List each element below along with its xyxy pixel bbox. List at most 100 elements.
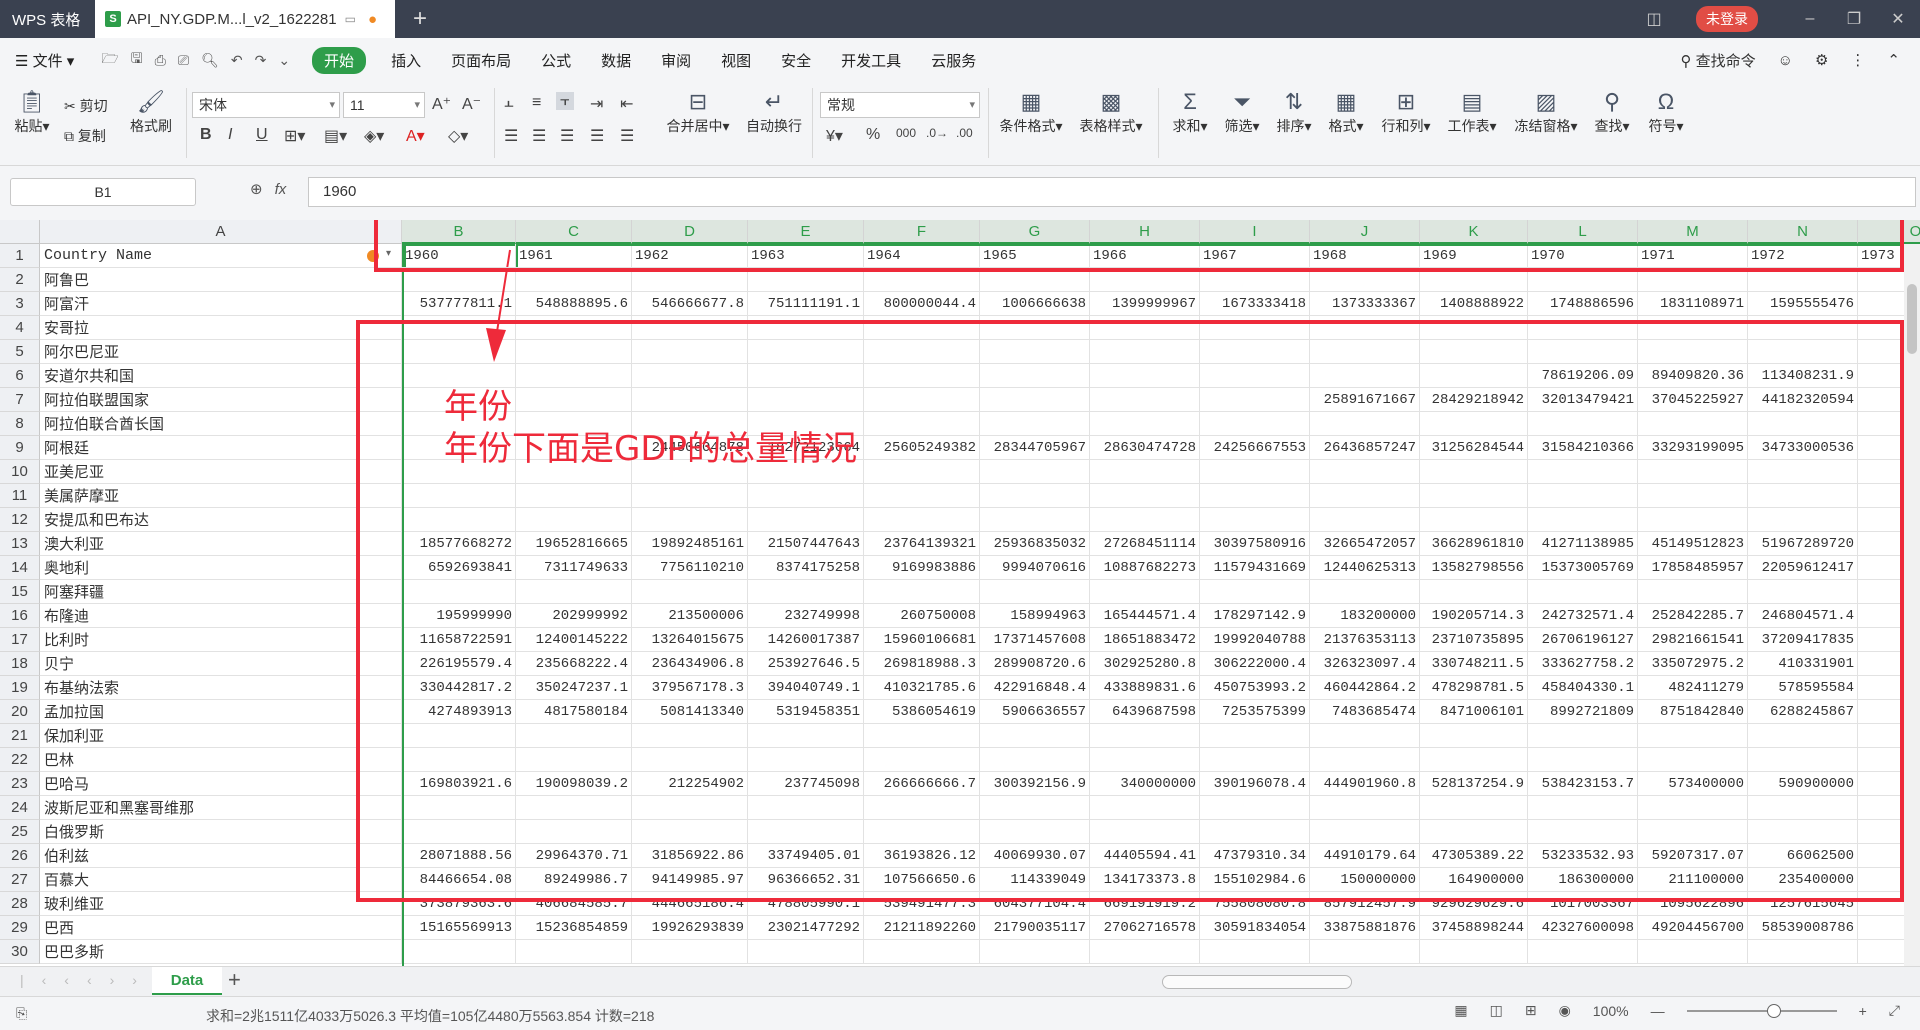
cell-K12[interactable] <box>1420 508 1528 532</box>
row-header-4[interactable]: 4 <box>0 316 40 340</box>
fullscreen-icon[interactable]: ⤢ <box>1889 1002 1900 1019</box>
cell-B23[interactable]: 169803921.6 <box>402 772 516 796</box>
cell-M7[interactable]: 37045225927 <box>1638 388 1748 412</box>
cell-D3[interactable]: 546666677.8 <box>632 292 748 316</box>
tab-insert[interactable]: 插入 <box>376 50 436 71</box>
cell-K18[interactable]: 330748211.5 <box>1420 652 1528 676</box>
cell-A24[interactable]: 波斯尼亚和黑塞哥维那 <box>40 796 402 820</box>
cell-K21[interactable] <box>1420 724 1528 748</box>
outdent-icon[interactable]: ⇤ <box>620 94 633 114</box>
cell-K2[interactable] <box>1420 268 1528 292</box>
cell-A27[interactable]: 百慕大 <box>40 868 402 892</box>
align-middle-icon[interactable]: ≡ <box>532 94 541 112</box>
cell-L13[interactable]: 41271138985 <box>1528 532 1638 556</box>
cell-A6[interactable]: 安道尔共和国 <box>40 364 402 388</box>
cell-C21[interactable] <box>516 724 632 748</box>
cell-E28[interactable]: 478805990.1 <box>748 892 864 916</box>
cell-D16[interactable]: 213500006 <box>632 604 748 628</box>
cell-G1[interactable]: 1965 <box>980 244 1090 268</box>
cell-D5[interactable] <box>632 340 748 364</box>
cell-E13[interactable]: 21507447643 <box>748 532 864 556</box>
cell-A25[interactable]: 白俄罗斯 <box>40 820 402 844</box>
cell-C17[interactable]: 12400145222 <box>516 628 632 652</box>
row-header-17[interactable]: 17 <box>0 628 40 652</box>
cell-B19[interactable]: 330442817.2 <box>402 676 516 700</box>
normal-view-icon[interactable]: ▦ <box>1454 1002 1467 1019</box>
cell-D14[interactable]: 7756110210 <box>632 556 748 580</box>
customize-icon[interactable]: ⌄ <box>278 52 290 69</box>
cell-D27[interactable]: 94149985.97 <box>632 868 748 892</box>
currency-icon[interactable]: ¥▾ <box>826 126 843 146</box>
app-name[interactable]: WPS 表格 <box>0 9 95 30</box>
cell-N11[interactable] <box>1748 484 1858 508</box>
cell-D26[interactable]: 31856922.86 <box>632 844 748 868</box>
cell-B28[interactable]: 373879363.6 <box>402 892 516 916</box>
indent-icon[interactable]: ⇥ <box>590 94 603 114</box>
macro-icon[interactable]: ⎘ <box>16 1005 27 1022</box>
cell-G10[interactable] <box>980 460 1090 484</box>
align-center-icon[interactable]: ☰ <box>532 126 546 146</box>
cell-K23[interactable]: 528137254.9 <box>1420 772 1528 796</box>
cell-G17[interactable]: 17371457608 <box>980 628 1090 652</box>
cell-E11[interactable] <box>748 484 864 508</box>
cell-E1[interactable]: 1963 <box>748 244 864 268</box>
cell-J25[interactable] <box>1310 820 1420 844</box>
cell-L16[interactable]: 242732571.4 <box>1528 604 1638 628</box>
column-header-A[interactable]: A <box>40 220 402 244</box>
cell-M12[interactable] <box>1638 508 1748 532</box>
cell-A9[interactable]: 阿根廷 <box>40 436 402 460</box>
cell-F11[interactable] <box>864 484 980 508</box>
row-header-21[interactable]: 21 <box>0 724 40 748</box>
increase-decimal-icon[interactable]: .0→ <box>926 126 948 140</box>
cell-L28[interactable]: 1017003367 <box>1528 892 1638 916</box>
cell-E26[interactable]: 33749405.01 <box>748 844 864 868</box>
cell-L17[interactable]: 26706196127 <box>1528 628 1638 652</box>
cell-I22[interactable] <box>1200 748 1310 772</box>
zoom-slider[interactable] <box>1686 1003 1837 1018</box>
cell-M20[interactable]: 8751842840 <box>1638 700 1748 724</box>
cell-G15[interactable] <box>980 580 1090 604</box>
cell-B24[interactable] <box>402 796 516 820</box>
zoom-in-icon[interactable]: + <box>1859 1003 1867 1019</box>
cell-F1[interactable]: 1964 <box>864 244 980 268</box>
cell-A19[interactable]: 布基纳法索 <box>40 676 402 700</box>
cell-M14[interactable]: 17858485957 <box>1638 556 1748 580</box>
cell-H6[interactable] <box>1090 364 1200 388</box>
cell-N4[interactable] <box>1748 316 1858 340</box>
cell-H1[interactable]: 1966 <box>1090 244 1200 268</box>
cell-L19[interactable]: 458404330.1 <box>1528 676 1638 700</box>
cell-M23[interactable]: 573400000 <box>1638 772 1748 796</box>
cell-I19[interactable]: 450753993.2 <box>1200 676 1310 700</box>
cell-F27[interactable]: 107566650.6 <box>864 868 980 892</box>
cell-K9[interactable]: 31256284544 <box>1420 436 1528 460</box>
cell-B11[interactable] <box>402 484 516 508</box>
cell-F2[interactable] <box>864 268 980 292</box>
cell-I14[interactable]: 11579431669 <box>1200 556 1310 580</box>
cell-M9[interactable]: 33293199095 <box>1638 436 1748 460</box>
new-tab-button[interactable]: + <box>413 5 427 33</box>
cell-E23[interactable]: 237745098 <box>748 772 864 796</box>
cell-N7[interactable]: 44182320594 <box>1748 388 1858 412</box>
cell-N13[interactable]: 51967289720 <box>1748 532 1858 556</box>
cell-A2[interactable]: 阿鲁巴 <box>40 268 402 292</box>
cell-I29[interactable]: 30591834054 <box>1200 916 1310 940</box>
cell-M6[interactable]: 89409820.36 <box>1638 364 1748 388</box>
cell-A12[interactable]: 安提瓜和巴布达 <box>40 508 402 532</box>
cell-H28[interactable]: 669191919.2 <box>1090 892 1200 916</box>
cell-A23[interactable]: 巴哈马 <box>40 772 402 796</box>
cell-N8[interactable] <box>1748 412 1858 436</box>
cell-A11[interactable]: 美属萨摩亚 <box>40 484 402 508</box>
zoom-level[interactable]: 100% <box>1593 1003 1629 1019</box>
cell-B21[interactable] <box>402 724 516 748</box>
cell-K4[interactable] <box>1420 316 1528 340</box>
tab-review[interactable]: 审阅 <box>646 50 706 71</box>
cell-L30[interactable] <box>1528 940 1638 964</box>
cell-C18[interactable]: 235668222.4 <box>516 652 632 676</box>
italic-icon[interactable]: I <box>228 126 232 144</box>
cell-G24[interactable] <box>980 796 1090 820</box>
more-icon[interactable]: ⋮ <box>1850 51 1865 69</box>
cell-D25[interactable] <box>632 820 748 844</box>
cell-E6[interactable] <box>748 364 864 388</box>
row-col-button[interactable]: ⊞ 行和列▾ <box>1378 88 1434 136</box>
format-painter-button[interactable]: 🖌︎ 格式刷 <box>126 88 176 136</box>
